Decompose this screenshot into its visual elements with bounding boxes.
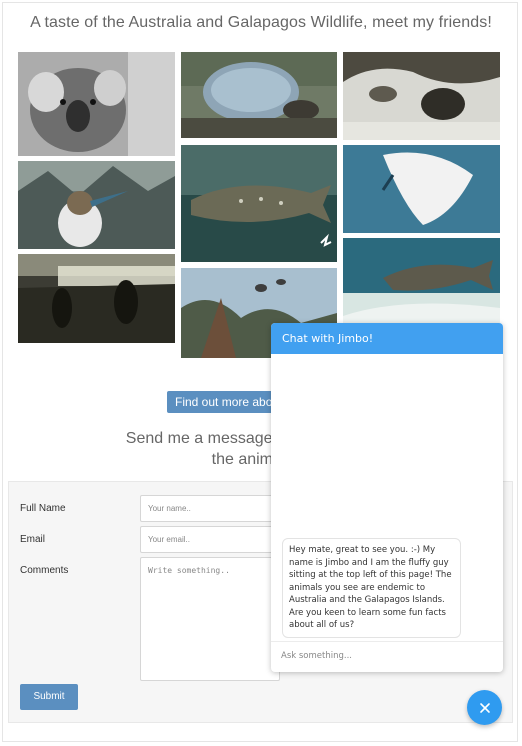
chat-input[interactable]: Ask something... [281,651,352,661]
email-label: Email [20,534,46,545]
photo-manta-ray[interactable] [343,145,500,233]
chat-toggle-button[interactable] [467,690,502,725]
email-input[interactable]: Your email.. [140,526,280,553]
photo-whale-shark[interactable] [181,145,337,262]
chat-bot-message: Hey mate, great to see you. :-) My name … [282,538,461,638]
photo-koala[interactable] [18,52,175,156]
full-name-label: Full Name [20,503,66,514]
full-name-input[interactable]: Your name.. [140,495,280,522]
photo-blue-footed-booby[interactable] [18,161,175,249]
close-icon [479,702,490,713]
chat-input-area[interactable]: Ask something... [271,641,503,672]
comments-textarea[interactable]: Write something.. [140,557,280,681]
gallery-title: A taste of the Australia and Galapagos W… [30,14,492,31]
photo-giant-tortoise[interactable] [181,52,337,138]
comments-label: Comments [20,565,69,576]
chat-header-title: Chat with Jimbo! [271,323,503,354]
photo-sea-lion-rocks[interactable] [343,52,500,140]
photo-sunset-silhouettes[interactable] [18,254,175,343]
photo-reef-shark[interactable] [343,238,500,328]
chat-window: Chat with Jimbo! Hey mate, great to see … [271,323,503,672]
find-out-more-button[interactable]: Find out more abou [167,391,287,413]
submit-button[interactable]: Submit [20,684,78,710]
